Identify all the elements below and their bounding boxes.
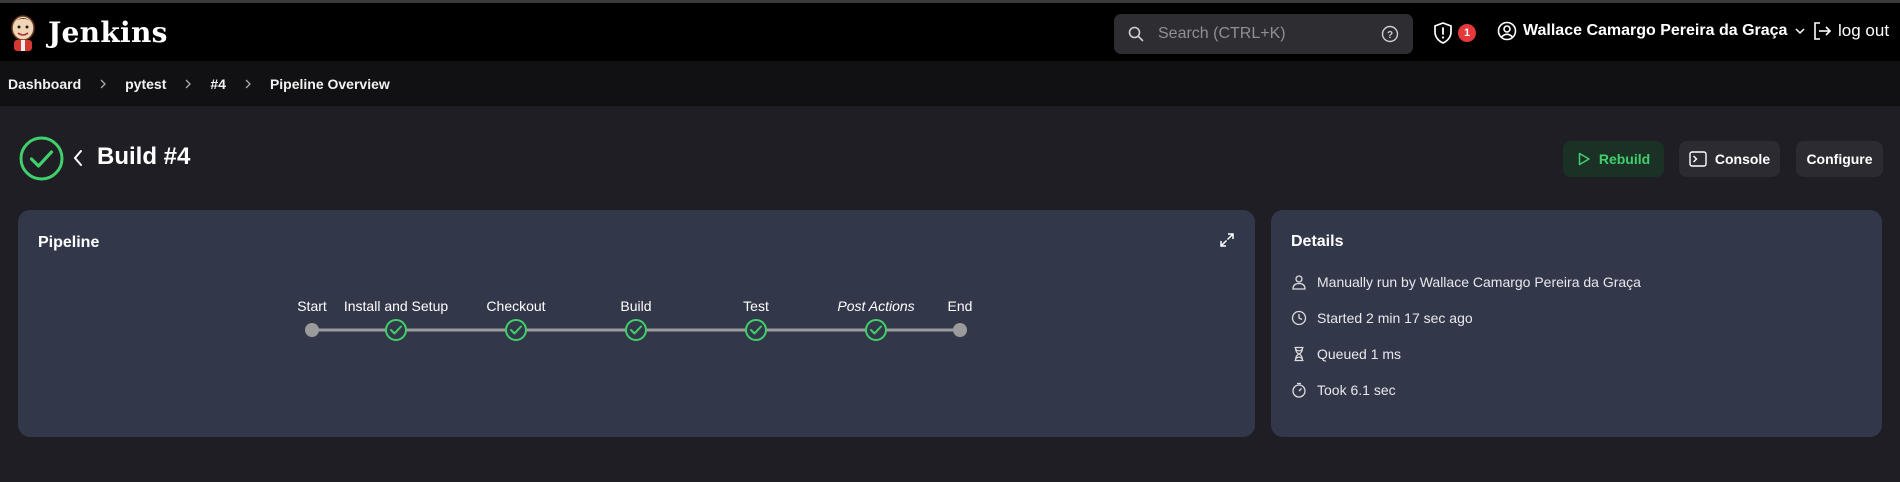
rebuild-label: Rebuild xyxy=(1598,151,1651,167)
hourglass-icon xyxy=(1294,346,1304,362)
pipeline-node-post-actions[interactable] xyxy=(865,319,887,341)
breadcrumb: Dashboard pytest #4 Pipeline Overview xyxy=(0,61,1900,106)
user-icon xyxy=(1292,275,1306,290)
detail-run-by: Manually run by Wallace Camargo Pereira … xyxy=(1291,274,1641,290)
chevron-right-icon xyxy=(100,79,107,88)
search-icon xyxy=(1128,26,1144,42)
search-box[interactable]: ? xyxy=(1114,14,1413,54)
user-menu[interactable]: Wallace Camargo Pereira da Graça xyxy=(1497,21,1805,41)
stage-label: Install and Setup xyxy=(343,298,449,314)
pipeline-node-build[interactable] xyxy=(625,319,647,341)
pipeline-node-start xyxy=(305,323,319,337)
success-status-icon xyxy=(19,136,64,181)
stage-label: Post Actions xyxy=(837,298,915,314)
jenkins-home-link[interactable]: Jenkins xyxy=(8,12,168,52)
logout-icon xyxy=(1814,22,1832,40)
pipeline-node-checkout[interactable] xyxy=(505,319,527,341)
user-name: Wallace Camargo Pereira da Graça xyxy=(1523,22,1788,39)
configure-label: Configure xyxy=(1806,151,1873,167)
stage-label: Checkout xyxy=(486,298,546,314)
security-alerts[interactable]: 1 xyxy=(1433,22,1476,44)
shield-alert-icon xyxy=(1434,22,1452,44)
pipeline-card: Pipeline Start Install and Setup Checkout B… xyxy=(18,210,1255,437)
detail-run-by-text: Manually run by Wallace Camargo Pereira … xyxy=(1317,274,1641,290)
terminal-icon xyxy=(1689,151,1707,167)
jenkins-logo-icon xyxy=(11,15,35,51)
pipeline-node-test[interactable] xyxy=(745,319,767,341)
chevron-right-icon xyxy=(245,79,251,88)
user-avatar-icon xyxy=(1497,21,1517,41)
clock-icon xyxy=(1291,310,1307,326)
page-title: Build #4 xyxy=(97,143,191,170)
stage-label: Build xyxy=(620,298,652,314)
pipeline-node-install-and-setup[interactable] xyxy=(385,319,407,341)
details-title: Details xyxy=(1291,233,1344,250)
pipeline-node-end xyxy=(953,323,967,337)
stage-label: End xyxy=(947,298,973,314)
chevron-right-icon xyxy=(185,79,192,88)
search-input[interactable] xyxy=(1158,25,1373,43)
breadcrumb-dashboard[interactable]: Dashboard xyxy=(8,76,81,92)
detail-duration: Took 6.1 sec xyxy=(1291,382,1396,398)
timer-icon xyxy=(1292,382,1306,398)
play-icon xyxy=(1578,152,1590,166)
console-button[interactable]: Console xyxy=(1679,141,1780,177)
brand-name: Jenkins xyxy=(48,15,168,49)
configure-button[interactable]: Configure xyxy=(1796,141,1883,177)
help-icon[interactable]: ? xyxy=(1381,25,1399,43)
breadcrumb-pytest[interactable]: pytest xyxy=(125,76,166,92)
breadcrumb-pipeline-overview[interactable]: Pipeline Overview xyxy=(270,76,390,92)
detail-started-text: Started 2 min 17 sec ago xyxy=(1317,310,1473,326)
detail-started: Started 2 min 17 sec ago xyxy=(1291,310,1473,326)
rebuild-button[interactable]: Rebuild xyxy=(1563,141,1664,177)
detail-queued-text: Queued 1 ms xyxy=(1317,346,1402,362)
detail-queued: Queued 1 ms xyxy=(1291,346,1401,362)
detail-duration-text: Took 6.1 sec xyxy=(1317,382,1396,398)
logout-link[interactable]: log out xyxy=(1812,21,1889,41)
breadcrumb-build[interactable]: #4 xyxy=(210,76,226,92)
svg-text:?: ? xyxy=(1387,30,1393,41)
back-arrow-icon[interactable] xyxy=(72,149,84,167)
logout-label: log out xyxy=(1838,21,1890,40)
stage-label: Test xyxy=(743,298,769,314)
pipeline-graph xyxy=(305,319,967,341)
details-card: Details Manually run by Wallace Camargo … xyxy=(1271,210,1882,437)
top-header: Jenkins ? 1 Wallace Camargo Pereira da G… xyxy=(0,0,1900,61)
stage-label: Start xyxy=(297,298,327,314)
chevron-down-icon xyxy=(1795,28,1805,35)
console-label: Console xyxy=(1714,151,1771,167)
alert-count-badge: 1 xyxy=(1458,24,1476,42)
